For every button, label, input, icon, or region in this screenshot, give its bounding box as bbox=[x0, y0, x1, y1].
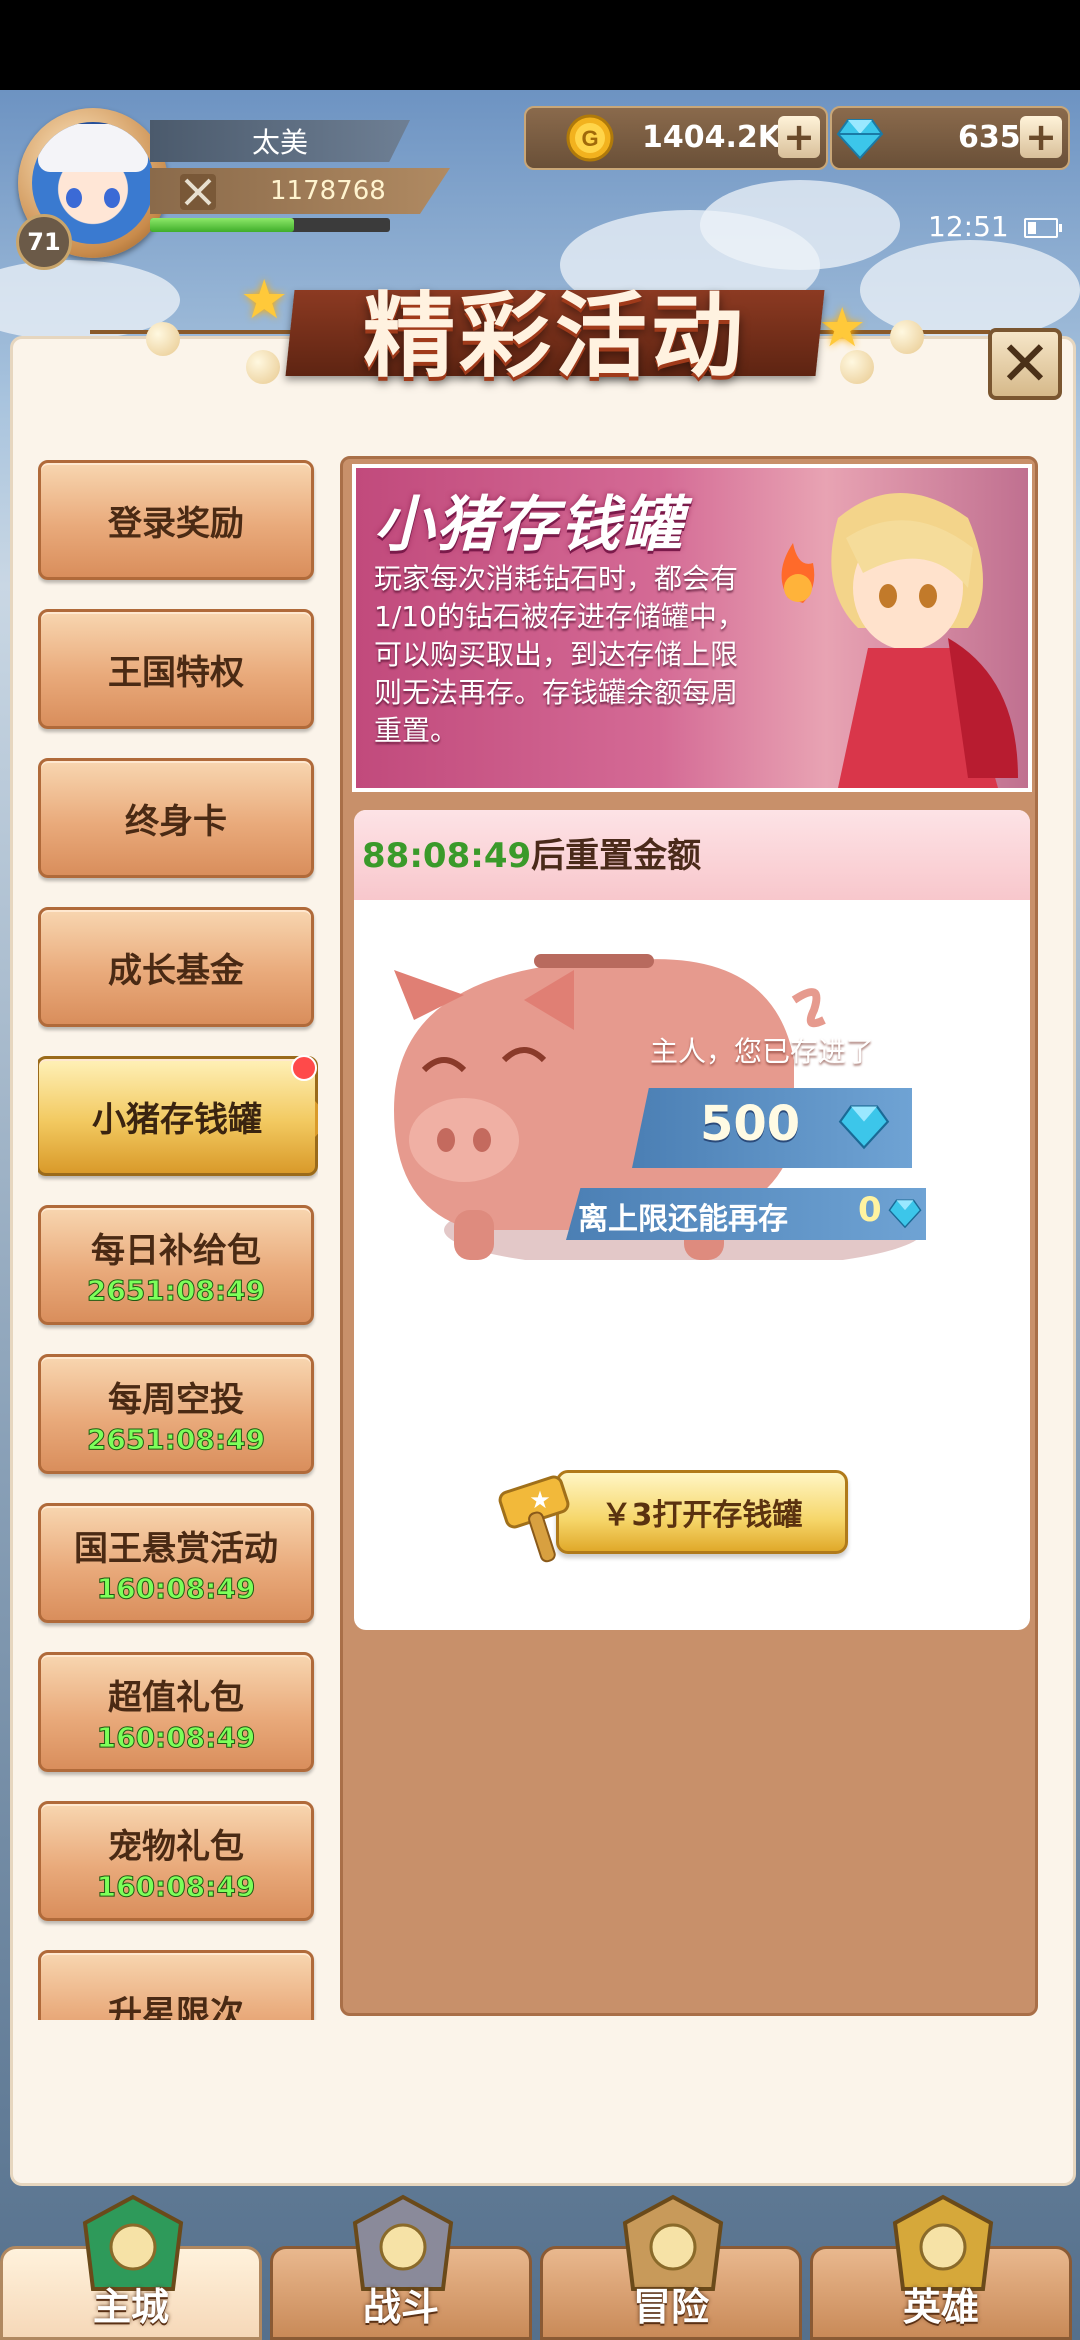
activity-menu[interactable]: 登录奖励 王国特权 终身卡 成长基金 小猪存钱罐 每日补给包 2651:08:49 每周空投 2… bbox=[38, 460, 318, 2020]
menu-item-label: 超值礼包 bbox=[108, 1678, 244, 1718]
menu-item[interactable]: 王国特权 bbox=[38, 609, 314, 729]
battery-icon bbox=[1024, 218, 1062, 238]
experience-bar bbox=[150, 218, 390, 232]
bead-decoration bbox=[246, 350, 280, 384]
cap-amount: 0 bbox=[858, 1190, 882, 1230]
saved-label: 主人，您已存进了 bbox=[650, 1035, 875, 1068]
bead-decoration bbox=[146, 322, 180, 356]
menu-item-label: 王国特权 bbox=[108, 652, 244, 693]
notification-dot-icon bbox=[291, 1055, 317, 1081]
menu-item-label: 小猪存钱罐 bbox=[92, 1099, 262, 1140]
nav-tab[interactable]: 主城 bbox=[0, 2194, 262, 2340]
menu-item-timer: 160:08:49 bbox=[96, 1572, 256, 1606]
menu-item[interactable]: 成长基金 bbox=[38, 907, 314, 1027]
nav-tab[interactable]: 英雄 bbox=[810, 2194, 1072, 2340]
menu-item-timer: 160:08:49 bbox=[96, 1870, 256, 1904]
open-piggy-bank-button[interactable]: ￥3打开存钱罐 bbox=[556, 1470, 848, 1554]
star-icon: ★ bbox=[818, 296, 867, 359]
menu-item[interactable]: 每周空投 2651:08:49 bbox=[38, 1354, 314, 1474]
bottom-nav: 主城 战斗 冒险 英雄 bbox=[0, 2194, 1080, 2340]
menu-item-timer: 2651:08:49 bbox=[86, 1423, 266, 1457]
saved-amount: 500 bbox=[700, 1096, 801, 1152]
nav-tab-label: 主城 bbox=[92, 2285, 169, 2329]
menu-item-timer: 160:08:49 bbox=[96, 1721, 256, 1755]
experience-bar-fill bbox=[150, 218, 294, 232]
menu-item[interactable]: 宠物礼包 160:08:49 bbox=[38, 1801, 314, 1921]
menu-item-label: 每日补给包 bbox=[91, 1231, 261, 1271]
nav-tab[interactable]: 冒险 bbox=[540, 2194, 802, 2340]
bead-decoration bbox=[890, 320, 924, 354]
crossed-swords-icon bbox=[180, 174, 216, 210]
reset-suffix: 后重置金额 bbox=[531, 836, 702, 876]
page-title: 精彩活动 bbox=[362, 283, 747, 390]
piggy-bank-banner: 小猪存钱罐 玩家每次消耗钻石时，都会有1/10的钻石被存进存储罐中，可以购买取出… bbox=[352, 464, 1032, 792]
gem-icon bbox=[888, 1199, 922, 1229]
reset-header: 88:08:49后重置金额 bbox=[354, 810, 1030, 900]
player-level-badge: 71 bbox=[16, 214, 72, 270]
gold-amount: 1404.2K bbox=[642, 120, 782, 155]
menu-item-label: 登录奖励 bbox=[108, 503, 244, 544]
menu-item-label: 每周空投 bbox=[108, 1380, 244, 1420]
menu-item[interactable]: 国王悬赏活动 160:08:49 bbox=[38, 1503, 314, 1623]
banner-description: 玩家每次消耗钻石时，都会有1/10的钻石被存进存储罐中，可以购买取出，到达存储上… bbox=[374, 562, 745, 747]
menu-item-label: 终身卡 bbox=[125, 801, 227, 842]
player-name: 太美 bbox=[150, 120, 410, 162]
menu-item[interactable]: 升星限次 bbox=[38, 1950, 314, 2020]
nav-tab-label: 战斗 bbox=[362, 2285, 439, 2329]
nav-tab-label: 英雄 bbox=[902, 2285, 979, 2329]
reset-text: 88:08:49后重置金额 bbox=[362, 828, 701, 877]
banner-title: 小猪存钱罐 bbox=[374, 490, 684, 560]
add-gold-button[interactable]: + bbox=[778, 116, 820, 158]
menu-item-label: 宠物礼包 bbox=[108, 1827, 244, 1867]
cap-label: 离上限还能再存 bbox=[578, 1202, 788, 1237]
svg-text:G: G bbox=[581, 126, 598, 151]
nav-tab[interactable]: 战斗 bbox=[270, 2194, 532, 2340]
menu-item[interactable]: 超值礼包 160:08:49 bbox=[38, 1652, 314, 1772]
clock-time: 12:51 bbox=[928, 210, 1009, 243]
gem-amount: 635 bbox=[958, 120, 1021, 155]
menu-item[interactable]: 小猪存钱罐 bbox=[38, 1055, 318, 1176]
gem-plate: 635 + bbox=[830, 106, 1070, 170]
close-button[interactable]: ✕ bbox=[988, 328, 1062, 400]
menu-item-label: 成长基金 bbox=[108, 950, 244, 991]
menu-item[interactable]: 每日补给包 2651:08:49 bbox=[38, 1205, 314, 1325]
add-gems-button[interactable]: + bbox=[1020, 116, 1062, 158]
character-illustration bbox=[781, 493, 1018, 788]
menu-item-timer: 2651:08:49 bbox=[86, 1274, 266, 1308]
gold-coin-icon: G bbox=[566, 114, 614, 162]
gem-icon bbox=[836, 119, 884, 160]
nav-tab-label: 冒险 bbox=[632, 2285, 709, 2329]
menu-item[interactable]: 登录奖励 bbox=[38, 460, 314, 580]
menu-item-label: 升星限次 bbox=[108, 1993, 244, 2021]
active-indicator-icon bbox=[315, 1101, 318, 1137]
gold-plate: G 1404.2K + bbox=[524, 106, 828, 170]
gem-icon bbox=[838, 1105, 890, 1150]
reset-timer: 88:08:49 bbox=[362, 836, 532, 876]
menu-item[interactable]: 终身卡 bbox=[38, 758, 314, 878]
menu-item-label: 国王悬赏活动 bbox=[74, 1529, 278, 1569]
star-icon: ★ bbox=[240, 268, 289, 331]
svg-text:★: ★ bbox=[529, 1487, 551, 1514]
golden-hammer-icon: ★ bbox=[498, 1475, 570, 1563]
